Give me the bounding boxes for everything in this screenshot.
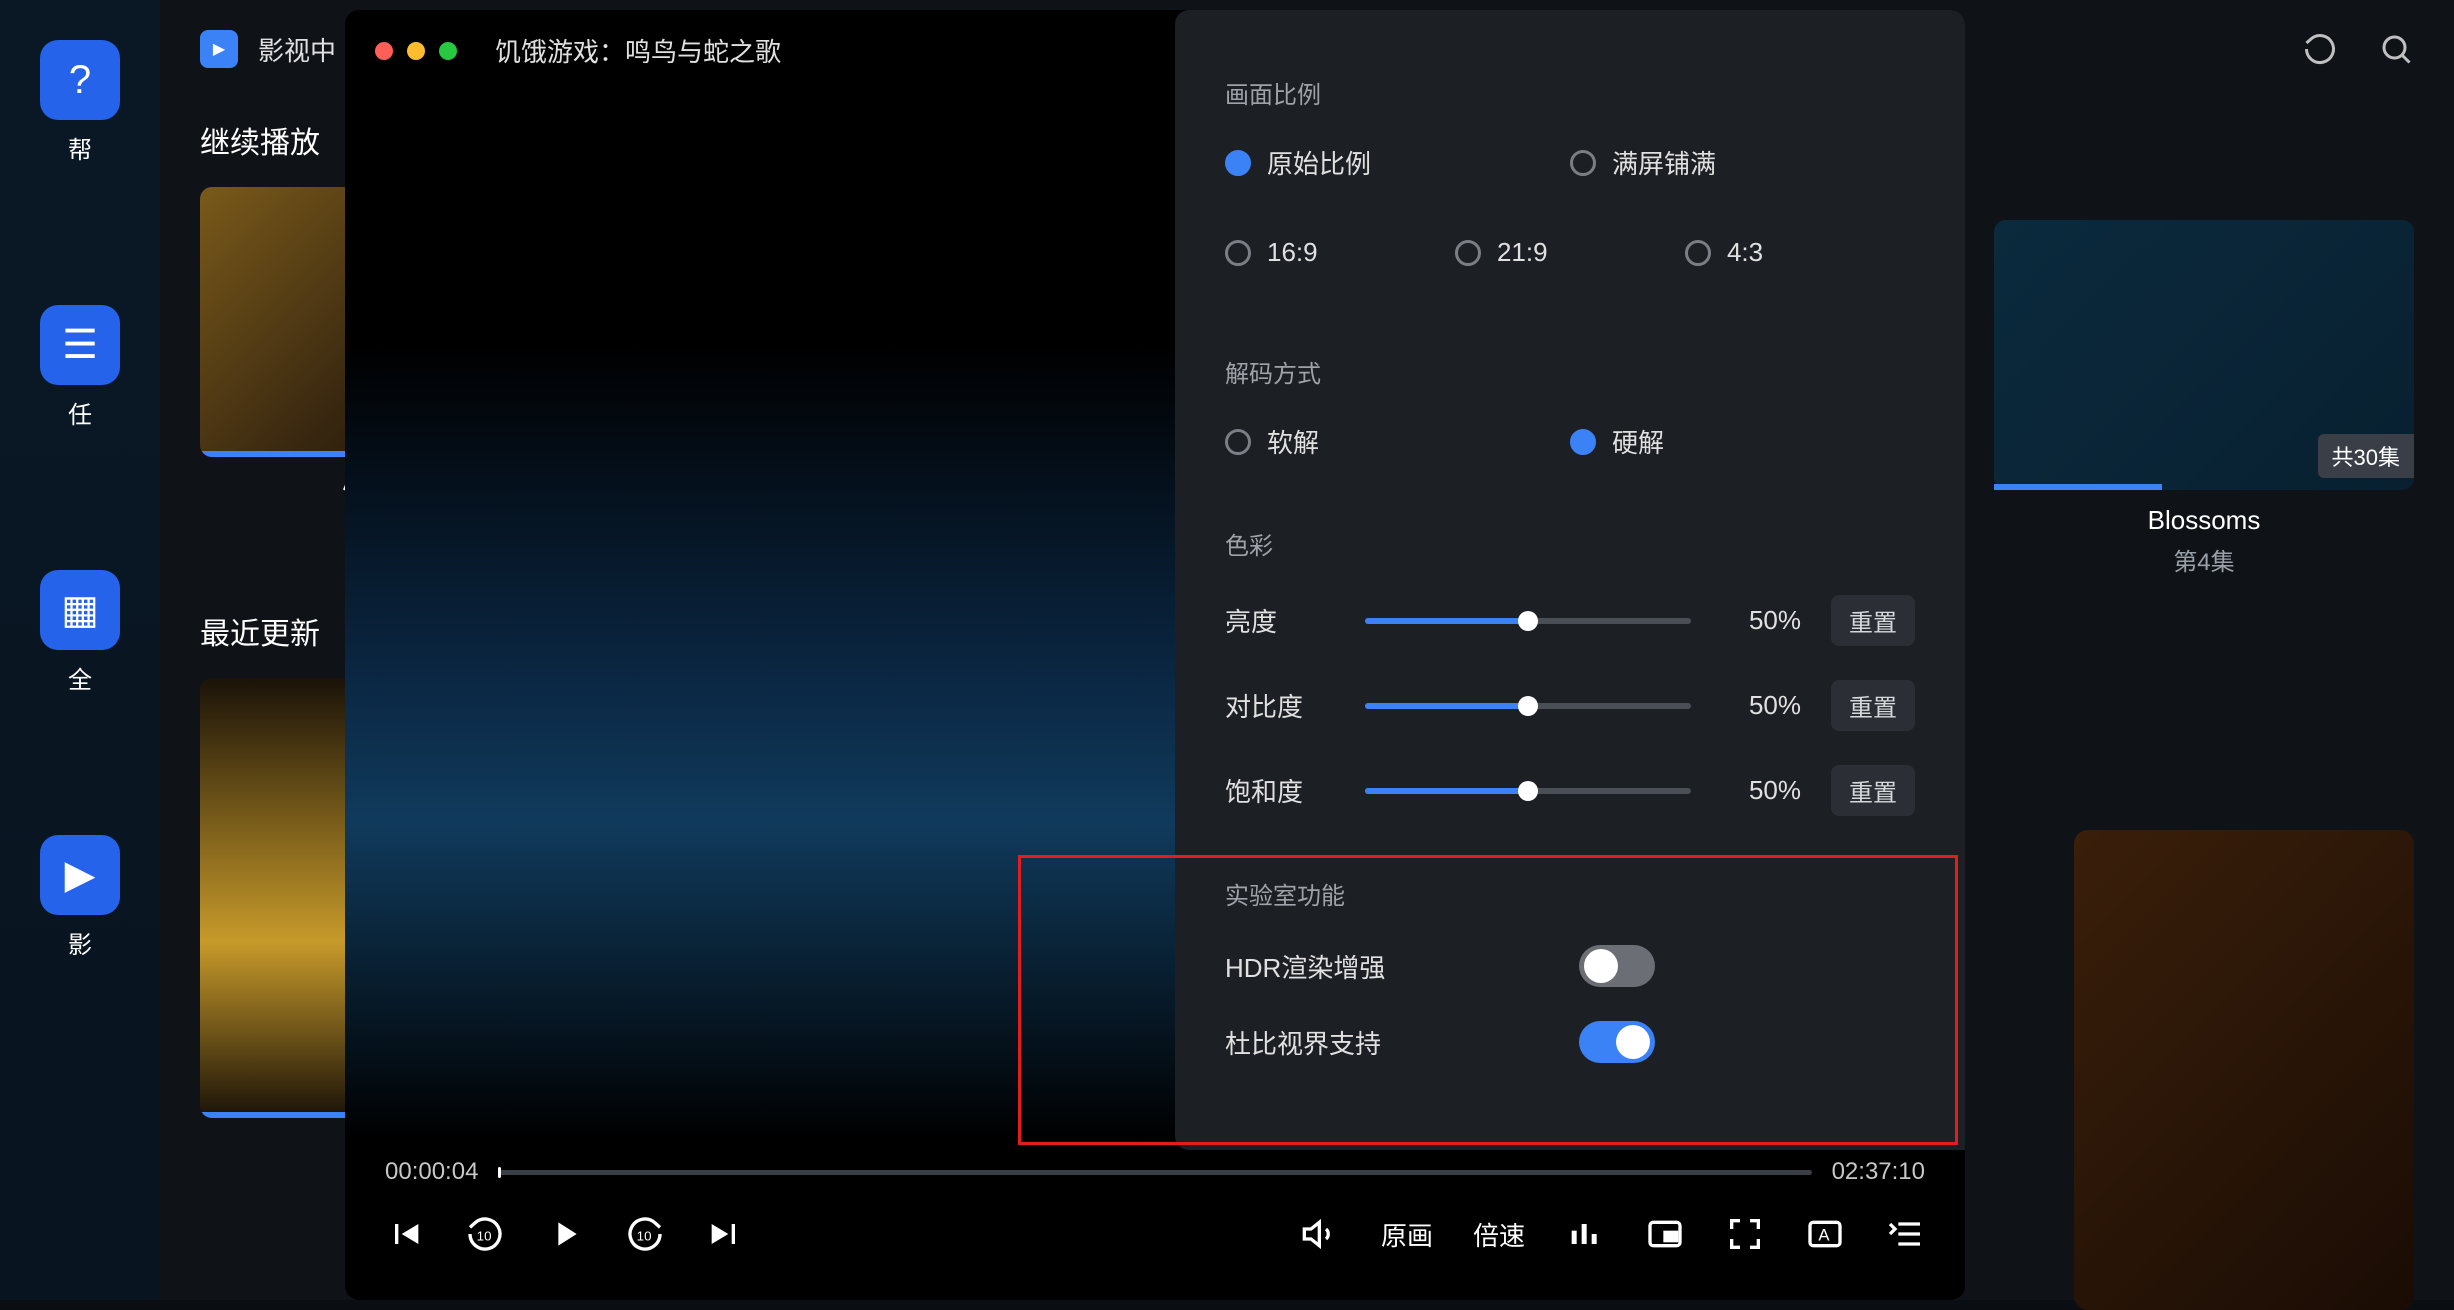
next-track-icon[interactable]: [705, 1214, 745, 1254]
episode-badge: 共30集: [2318, 434, 2414, 478]
section-aspect: 画面比例: [1225, 75, 1915, 110]
mini-label: 帮: [68, 130, 92, 165]
slider-label: 亮度: [1225, 602, 1335, 639]
player-title: 饥饿游戏：鸣鸟与蛇之歌: [495, 32, 781, 69]
video-icon: ▶: [40, 835, 120, 915]
slider-saturation: 饱和度 50% 重置: [1225, 765, 1915, 816]
toggle-label-hdr: HDR渲染增强: [1225, 948, 1385, 985]
toggle-label-dolby: 杜比视界支持: [1225, 1024, 1381, 1061]
section-lab: 实验室功能: [1225, 876, 1915, 911]
radio-label: 原始比例: [1267, 144, 1371, 181]
time-total: 02:37:10: [1832, 1158, 1925, 1186]
reset-button[interactable]: 重置: [1831, 680, 1915, 731]
section-color: 色彩: [1225, 526, 1915, 561]
slider-value: 50%: [1721, 775, 1801, 806]
quality-button[interactable]: 原画: [1381, 1216, 1433, 1253]
task-icon: ☰: [40, 305, 120, 385]
radio-icon: [1225, 150, 1251, 176]
radio-4-3[interactable]: 4:3: [1685, 237, 1915, 268]
forward-10-icon[interactable]: 10: [625, 1214, 665, 1254]
app-title: 影视中: [258, 31, 336, 68]
fullscreen-icon[interactable]: [1725, 1214, 1765, 1254]
reset-button[interactable]: 重置: [1831, 765, 1915, 816]
player-controls: 00:00:04 02:37:10 10 10 原画 倍速 A: [345, 1140, 1965, 1300]
help-icon: ?: [40, 40, 120, 120]
svg-text:A: A: [1818, 1226, 1830, 1245]
radio-label: 21:9: [1497, 237, 1548, 268]
close-icon[interactable]: [375, 42, 393, 60]
radio-fill[interactable]: 满屏铺满: [1570, 144, 1915, 181]
radio-icon: [1455, 240, 1481, 266]
radio-soft-decode[interactable]: 软解: [1225, 423, 1570, 460]
all-icon: ▦: [40, 570, 120, 650]
mini-item-all[interactable]: ▦ 全: [0, 570, 160, 695]
mini-item-help[interactable]: ? 帮: [0, 40, 160, 165]
card-title: Blossoms: [1994, 505, 2414, 536]
radio-icon: [1685, 240, 1711, 266]
radio-21-9[interactable]: 21:9: [1455, 237, 1685, 268]
radio-label: 硬解: [1612, 423, 1664, 460]
minimize-icon[interactable]: [407, 42, 425, 60]
refresh-icon[interactable]: [2302, 31, 2338, 67]
maximize-icon[interactable]: [439, 42, 457, 60]
slider-label: 饱和度: [1225, 772, 1335, 809]
time-current: 00:00:04: [385, 1158, 478, 1186]
mini-item-task[interactable]: ☰ 任: [0, 305, 160, 430]
radio-original[interactable]: 原始比例: [1225, 144, 1570, 181]
speed-button[interactable]: 倍速: [1473, 1216, 1525, 1253]
radio-16-9[interactable]: 16:9: [1225, 237, 1455, 268]
search-icon[interactable]: [2378, 31, 2414, 67]
window-controls: [375, 42, 457, 60]
mini-label: 影: [68, 925, 92, 960]
radio-label: 16:9: [1267, 237, 1318, 268]
playlist-icon[interactable]: [1885, 1214, 1925, 1254]
radio-icon: [1225, 240, 1251, 266]
radio-label: 4:3: [1727, 237, 1763, 268]
toggle-dolby[interactable]: [1579, 1021, 1655, 1063]
progress-bar[interactable]: [498, 1170, 1811, 1175]
svg-text:10: 10: [637, 1229, 652, 1244]
slider-track[interactable]: [1365, 788, 1691, 794]
radio-hard-decode[interactable]: 硬解: [1570, 423, 1915, 460]
radio-icon: [1225, 429, 1251, 455]
slider-value: 50%: [1721, 690, 1801, 721]
slider-contrast: 对比度 50% 重置: [1225, 680, 1915, 731]
prev-track-icon[interactable]: [385, 1214, 425, 1254]
volume-icon[interactable]: [1301, 1214, 1341, 1254]
play-icon[interactable]: [545, 1214, 585, 1254]
card-subtitle: 第4集: [1994, 542, 2414, 577]
mini-item-video[interactable]: ▶ 影: [0, 835, 160, 960]
reset-button[interactable]: 重置: [1831, 595, 1915, 646]
slider-label: 对比度: [1225, 687, 1335, 724]
oppenheimer-poster[interactable]: [2074, 830, 2414, 1310]
radio-label: 满屏铺满: [1612, 144, 1716, 181]
settings-panel: 画面比例 原始比例 满屏铺满 16:9 21:9 4:3 解码方式 软解 硬解 …: [1175, 10, 1965, 1150]
player-window: 饥饿游戏：鸣鸟与蛇之歌 00:00:04 02:37:10 10 10 原画 倍…: [345, 10, 1965, 1300]
rewind-10-icon[interactable]: 10: [465, 1214, 505, 1254]
equalizer-icon[interactable]: [1565, 1214, 1605, 1254]
radio-label: 软解: [1267, 423, 1319, 460]
pip-icon[interactable]: [1645, 1214, 1685, 1254]
mini-label: 任: [68, 395, 92, 430]
subtitle-icon[interactable]: A: [1805, 1214, 1845, 1254]
mini-sidebar: ? 帮 ☰ 任 ▦ 全 ▶ 影: [0, 0, 160, 1300]
radio-icon: [1570, 429, 1596, 455]
slider-value: 50%: [1721, 605, 1801, 636]
blossoms-card[interactable]: 共30集 Blossoms 第4集: [1994, 220, 2414, 577]
mini-label: 全: [68, 660, 92, 695]
svg-text:10: 10: [477, 1229, 492, 1244]
radio-icon: [1570, 150, 1596, 176]
toggle-hdr[interactable]: [1579, 945, 1655, 987]
slider-track[interactable]: [1365, 618, 1691, 624]
slider-brightness: 亮度 50% 重置: [1225, 595, 1915, 646]
poster-image: 共30集: [1994, 220, 2414, 490]
slider-track[interactable]: [1365, 703, 1691, 709]
app-icon: ▶: [200, 30, 238, 68]
section-decode: 解码方式: [1225, 354, 1915, 389]
